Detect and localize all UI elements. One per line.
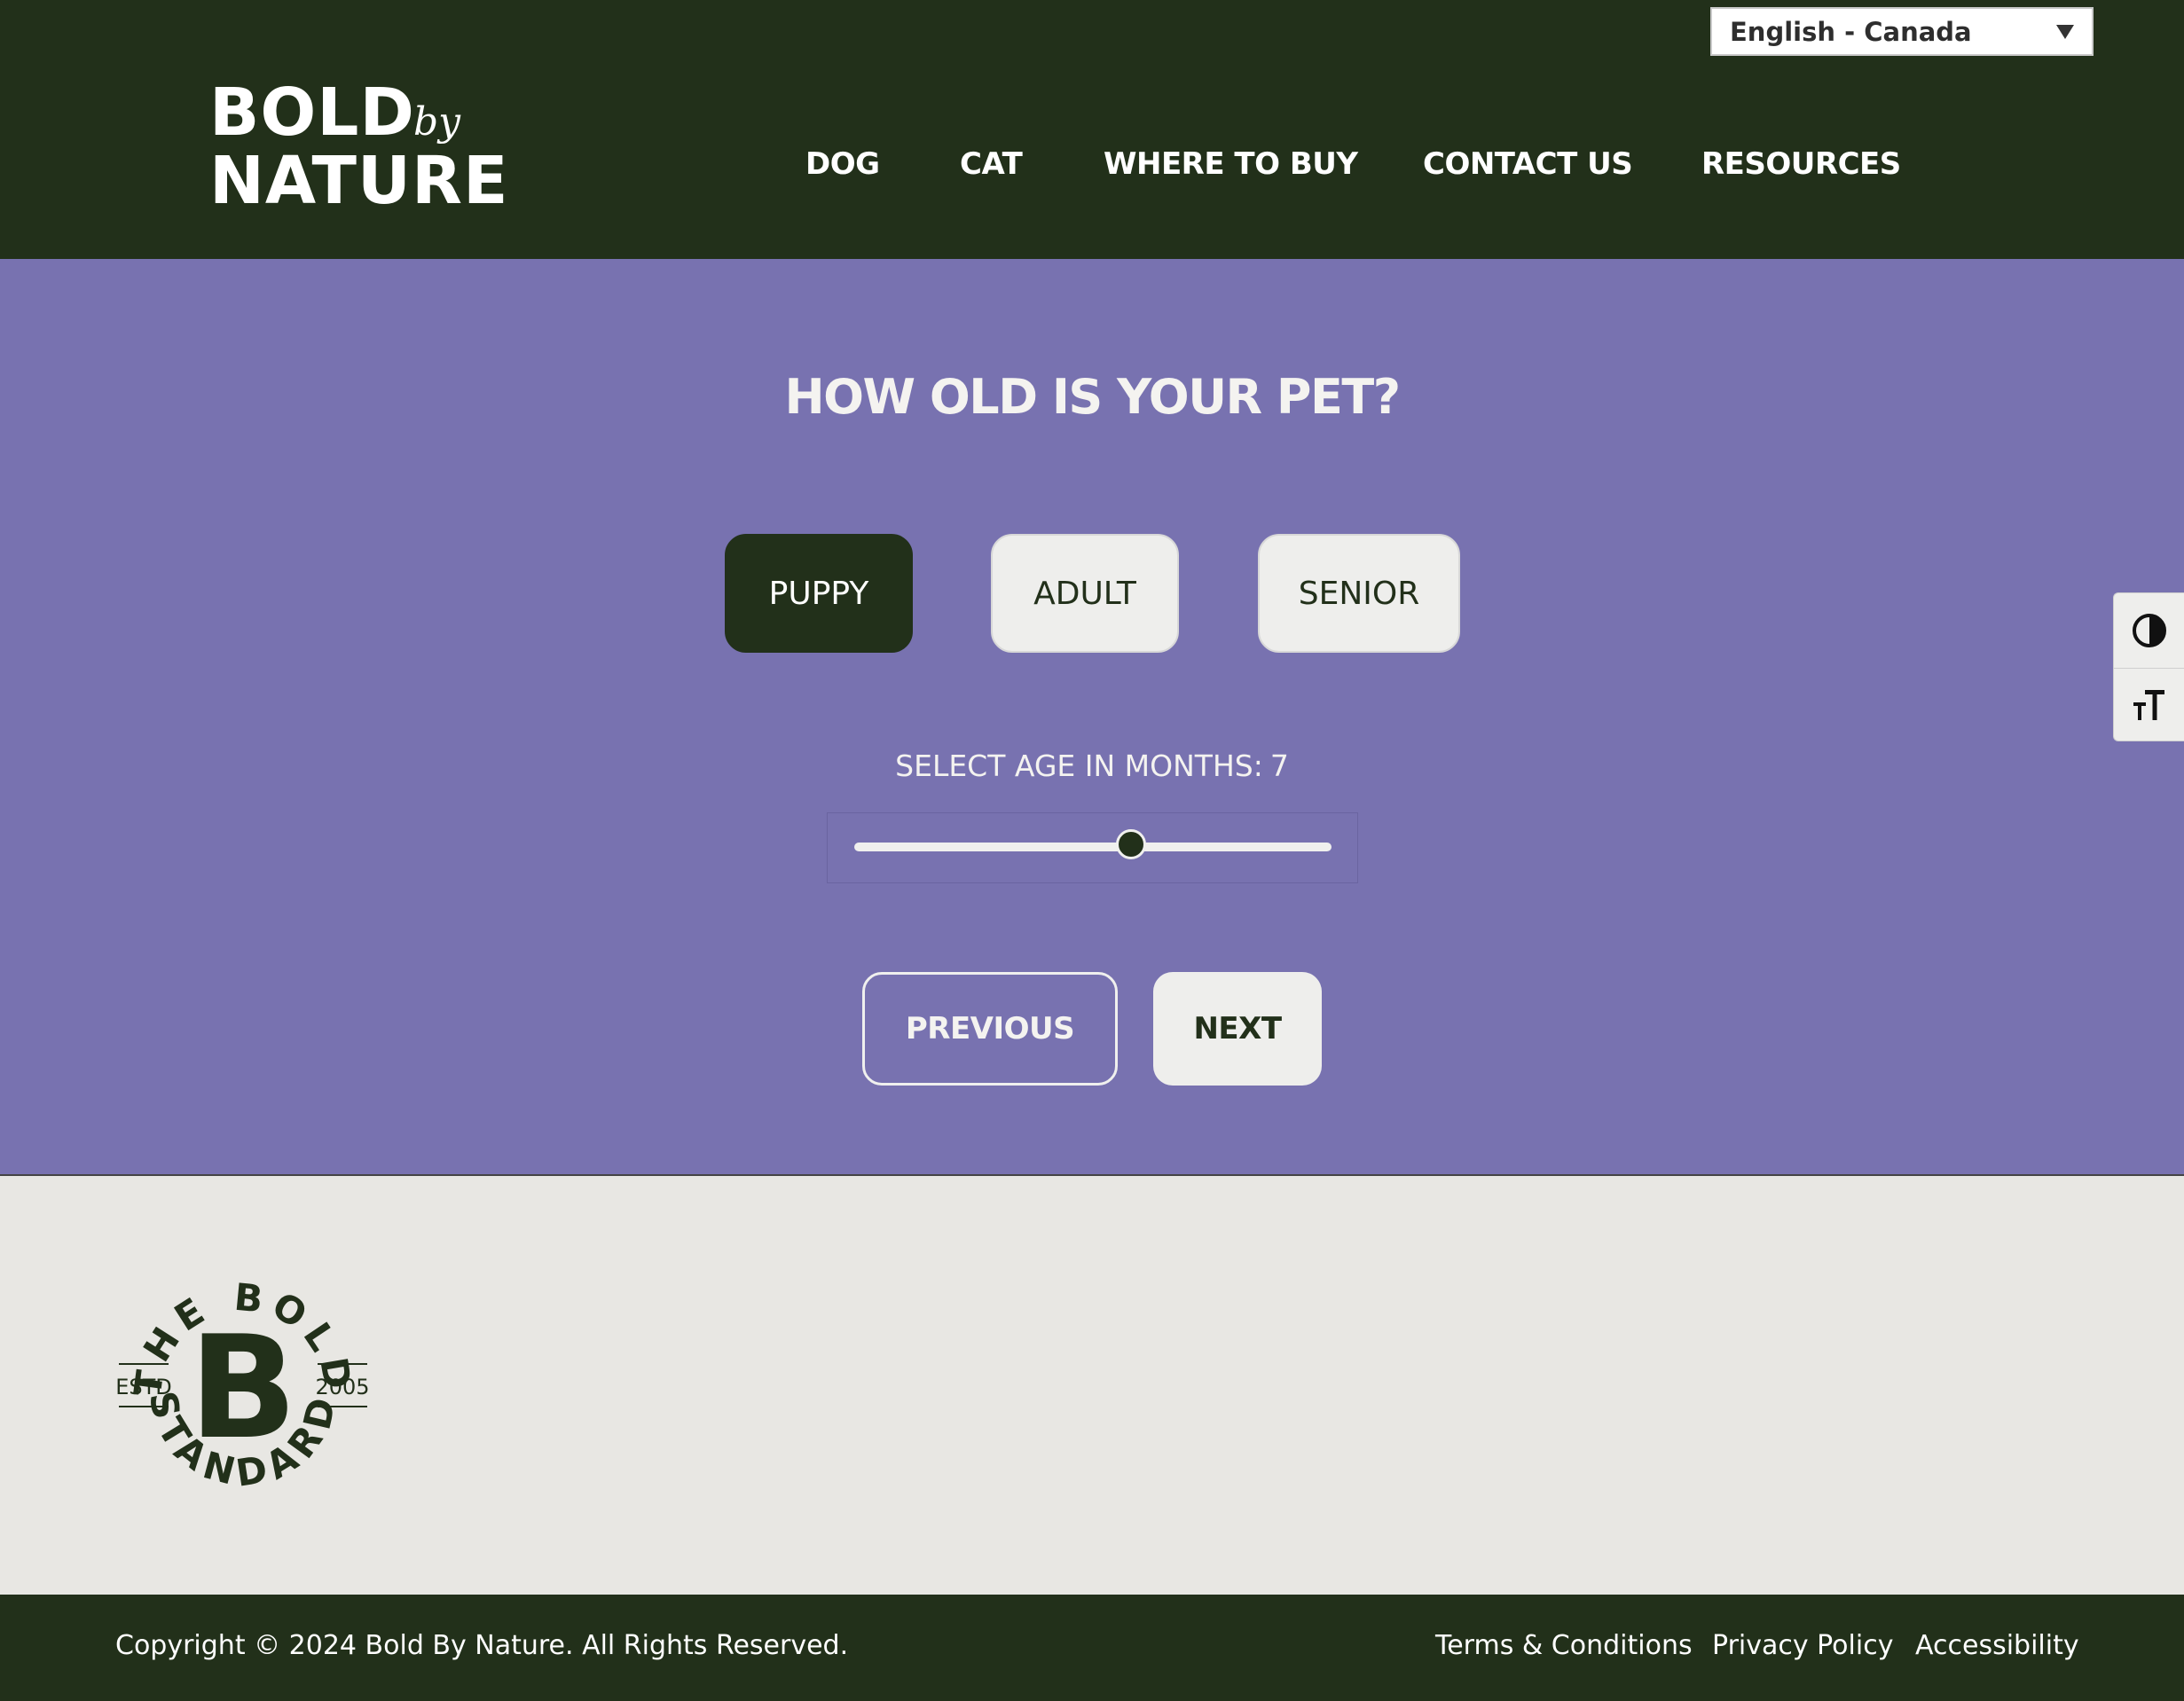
quiz-question: HOW OLD IS YOUR PET? (784, 369, 1401, 425)
logo-word-by: by (413, 99, 461, 145)
footer-link-terms[interactable]: Terms & Conditions (1435, 1630, 1693, 1661)
language-select-value: English - Canada (1730, 16, 1972, 47)
nav-item-resources[interactable]: RESOURCES (1701, 142, 1901, 186)
site-header: English - Canada BOLD by NATURE DOG CAT … (0, 0, 2184, 259)
next-button[interactable]: NEXT (1153, 972, 1322, 1086)
age-label: SELECT AGE IN MONTHS: 7 (0, 749, 2184, 783)
brand-logo[interactable]: BOLD by NATURE (209, 74, 508, 216)
nav-item-dog[interactable]: DOG (805, 142, 880, 186)
nav-item-cat[interactable]: CAT (960, 142, 1023, 186)
dropdown-arrow-icon (2056, 24, 2074, 39)
nav-item-contact-us[interactable]: CONTACT US (1423, 142, 1633, 186)
bold-standard-badge: THE BOLD STANDARD ESTD 2005 B (110, 1259, 376, 1525)
footer-link-privacy[interactable]: Privacy Policy (1712, 1630, 1893, 1661)
option-senior-button[interactable]: SENIOR (1258, 534, 1460, 653)
text-size-button[interactable] (2114, 668, 2184, 742)
bold-standard-badge-graphic: THE BOLD STANDARD ESTD 2005 B (115, 1275, 369, 1495)
option-puppy-button[interactable]: PUPPY (725, 534, 913, 653)
age-label-text: SELECT AGE IN MONTHS: (895, 749, 1263, 783)
logo-word-nature: NATURE (209, 143, 509, 219)
age-slider[interactable] (827, 812, 1358, 883)
contrast-icon (2133, 614, 2166, 647)
text-size-icon (2133, 690, 2164, 720)
logo-word-bold: BOLD (209, 74, 415, 151)
age-value: 7 (1269, 749, 1289, 783)
slider-track[interactable] (854, 843, 1332, 851)
pet-age-quiz: HOW OLD IS YOUR PET? PUPPY ADULT SENIOR … (0, 259, 2184, 1176)
footer-bar: Copyright © 2024 Bold By Nature. All Rig… (0, 1595, 2184, 1701)
badge-letter: B (189, 1305, 297, 1470)
previous-button[interactable]: PREVIOUS (862, 972, 1118, 1086)
badge-right-text: 2005 (315, 1375, 369, 1399)
badge-left-text: ESTD (115, 1375, 172, 1399)
slider-thumb[interactable] (1116, 829, 1147, 859)
accessibility-toolbar (2113, 592, 2184, 741)
footer-link-accessibility[interactable]: Accessibility (1915, 1630, 2079, 1661)
contrast-toggle-button[interactable] (2114, 593, 2184, 669)
nav-item-where-to-buy[interactable]: WHERE TO BUY (1104, 142, 1358, 186)
copyright-text: Copyright © 2024 Bold By Nature. All Rig… (115, 1630, 849, 1661)
option-adult-button[interactable]: ADULT (991, 534, 1179, 653)
language-select[interactable]: English - Canada (1710, 7, 2094, 56)
